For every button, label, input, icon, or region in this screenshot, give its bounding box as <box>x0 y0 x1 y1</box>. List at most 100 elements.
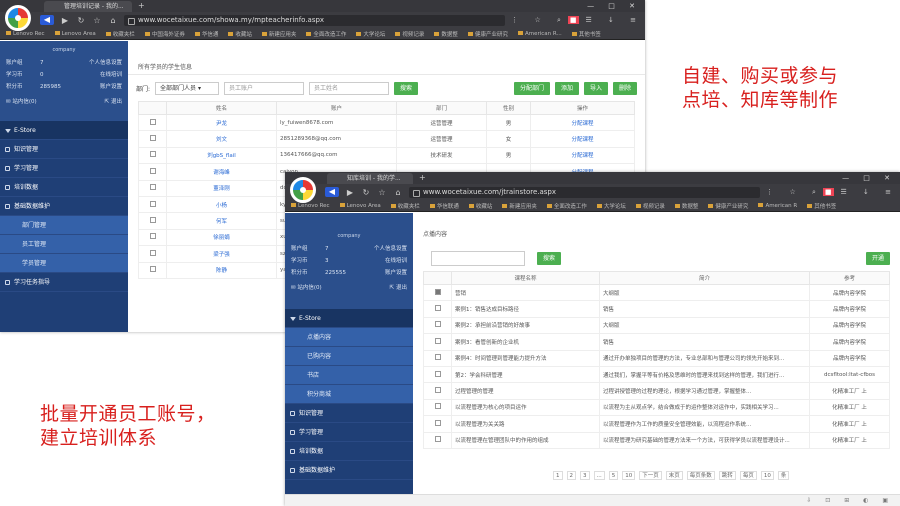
bookmark-item[interactable]: 收藏站 <box>469 202 493 210</box>
new-tab-icon[interactable]: + <box>138 1 145 11</box>
bookmark-item[interactable]: 健康产业研究 <box>708 202 748 210</box>
sidebar-item[interactable]: 点播内容 <box>285 328 413 347</box>
account-search-input[interactable]: 员工账户 <box>224 81 305 95</box>
account-link[interactable]: 账户设置 <box>355 267 407 279</box>
bookmark-item[interactable]: Lenovo Area <box>55 31 96 37</box>
row-checkbox[interactable] <box>434 321 441 328</box>
bookmark-item[interactable]: 其他书签 <box>572 30 601 38</box>
row-checkbox[interactable] <box>149 266 156 273</box>
employee-name-link[interactable]: 尹龙 <box>166 113 277 132</box>
course-search-input[interactable] <box>431 251 525 266</box>
bookmark-item[interactable]: 数据整 <box>675 202 699 210</box>
row-checkbox[interactable] <box>149 151 156 158</box>
bookmark-item[interactable]: 大学论坛 <box>356 30 385 38</box>
row-checkbox[interactable] <box>434 370 441 377</box>
row-checkbox[interactable] <box>149 135 156 142</box>
forward-icon[interactable]: ▶ <box>345 188 355 197</box>
home-icon[interactable]: ⌂ <box>393 188 403 197</box>
row-checkbox[interactable] <box>149 217 156 224</box>
course-name-cell[interactable]: 案例4：时间管理到管理能力提升方法 <box>451 349 600 367</box>
sidebar-item[interactable]: 基础数据维护 <box>285 461 413 480</box>
dept-select[interactable]: 全部部门人员 ▾ <box>155 81 220 95</box>
sidebar-item[interactable]: 学习管理 <box>0 159 128 178</box>
course-name-cell[interactable]: 以流程管理为核心的项目运作 <box>451 398 600 417</box>
bookmark-item[interactable]: 全面改造工作 <box>306 30 346 38</box>
page-item[interactable]: 末页 <box>665 471 683 480</box>
account-link[interactable]: 账户设置 <box>70 81 122 93</box>
assign-course-link[interactable]: 分配课程 <box>530 113 635 132</box>
assign-course-link[interactable]: 分配课程 <box>530 130 635 148</box>
sidebar-item[interactable]: 学员管理 <box>0 254 128 273</box>
sidebar-item[interactable]: 部门管理 <box>0 216 128 235</box>
bookmark-item[interactable]: 视频记录 <box>636 202 665 210</box>
employee-name-link[interactable]: 刘文 <box>166 130 277 148</box>
page-item[interactable]: 10 <box>760 471 774 480</box>
window-controls[interactable]: — □ ✕ <box>587 0 641 12</box>
employee-name-link[interactable]: 梁子强 <box>166 245 277 263</box>
training-link[interactable]: 在线培训 <box>70 69 122 81</box>
bookmark-item[interactable]: 收藏站 <box>228 30 252 38</box>
row-checkbox[interactable] <box>434 419 441 426</box>
course-name-cell[interactable]: 案例3：看管创新的企业机 <box>451 333 600 351</box>
assign-course-link[interactable]: 分配课程 <box>530 146 635 165</box>
course-name-cell[interactable]: 第2：学会科研管理 <box>451 365 600 384</box>
page-item[interactable]: ... <box>593 471 605 480</box>
row-checkbox[interactable] <box>149 233 156 240</box>
import-button[interactable]: 导入 <box>583 81 608 95</box>
mail-link[interactable]: ✉ 站内信(0) <box>291 282 322 294</box>
bookmark-item[interactable]: 健康产业研究 <box>468 30 508 38</box>
course-name-cell[interactable]: 过程管理的管理 <box>451 382 600 400</box>
bookmark-item[interactable]: Lenovo Area <box>340 203 381 209</box>
bookmark-item[interactable]: American R... <box>518 31 562 37</box>
browser-tab[interactable]: 知库培训 - 我的学... <box>327 173 413 184</box>
sidebar-item[interactable]: 知识管理 <box>285 404 413 423</box>
search-button[interactable]: 搜索 <box>537 252 562 265</box>
sidebar-item[interactable]: 基础数据维护 <box>0 197 128 216</box>
bookmark-item[interactable]: 华信联通 <box>430 202 459 210</box>
page-item[interactable]: 每页条数 <box>686 471 715 480</box>
page-item[interactable]: 5 <box>608 471 619 480</box>
employee-name-link[interactable]: 董泽刚 <box>166 179 277 197</box>
bookmark-item[interactable]: 大学论坛 <box>597 202 626 210</box>
sidebar-item[interactable]: 培训数据 <box>285 442 413 461</box>
bookmark-item[interactable]: 收藏夹栏 <box>391 202 420 210</box>
bookmark-item[interactable]: 数据整 <box>434 30 458 38</box>
row-checkbox[interactable] <box>434 288 441 295</box>
row-checkbox[interactable] <box>434 436 441 443</box>
row-checkbox[interactable] <box>434 337 441 344</box>
add-button[interactable]: 添加 <box>554 81 579 95</box>
row-checkbox[interactable] <box>149 249 156 256</box>
exit-link[interactable]: ⇱ 退出 <box>105 96 122 108</box>
delete-button[interactable]: 删除 <box>612 81 637 95</box>
sidebar-item[interactable]: 知识管理 <box>0 140 128 159</box>
page-item[interactable]: 3 <box>580 471 590 480</box>
page-item[interactable]: 2 <box>566 471 576 480</box>
sidebar-item[interactable]: E-Store <box>0 121 128 140</box>
page-item[interactable]: 跳转 <box>718 471 736 480</box>
assign-dept-button[interactable]: 分配部门 <box>513 81 550 95</box>
mail-link[interactable]: ✉ 站内信(0) <box>6 96 37 108</box>
sidebar-item[interactable]: 书店 <box>285 366 413 385</box>
bookmark-item[interactable]: 全面改造工作 <box>547 202 587 210</box>
bookmark-item[interactable]: 其他书签 <box>807 202 836 210</box>
row-checkbox[interactable] <box>434 403 441 410</box>
star-icon[interactable]: ☆ <box>377 188 387 197</box>
row-checkbox[interactable] <box>149 200 156 207</box>
course-name-cell[interactable]: 以流程管理为关关路 <box>451 415 600 433</box>
bookmark-item[interactable]: American R <box>758 203 797 209</box>
bookmark-item[interactable]: 新建应用夹 <box>502 202 537 210</box>
bookmark-item[interactable]: 中国海外证券 <box>145 30 185 38</box>
sidebar-item[interactable]: 员工管理 <box>0 235 128 254</box>
star-icon[interactable]: ☆ <box>92 16 102 25</box>
sidebar-item[interactable]: 已购内容 <box>285 347 413 366</box>
search-button[interactable]: 搜索 <box>394 81 419 95</box>
bookmark-item[interactable]: 华信通 <box>195 30 219 38</box>
url-input[interactable]: www.wocetaixue.com/showa.my/mpteacherinf… <box>124 14 506 26</box>
page-item[interactable]: 1 <box>553 471 563 480</box>
employee-name-link[interactable]: 何军 <box>166 212 277 230</box>
employee-name-link[interactable]: 谢海峰 <box>166 163 277 181</box>
employee-name-link[interactable]: 小杨 <box>166 195 277 214</box>
page-item[interactable]: 条 <box>777 471 790 480</box>
reload-icon[interactable]: ↻ <box>361 188 371 197</box>
employee-name-link[interactable]: 刘gbS_flail <box>166 146 277 165</box>
